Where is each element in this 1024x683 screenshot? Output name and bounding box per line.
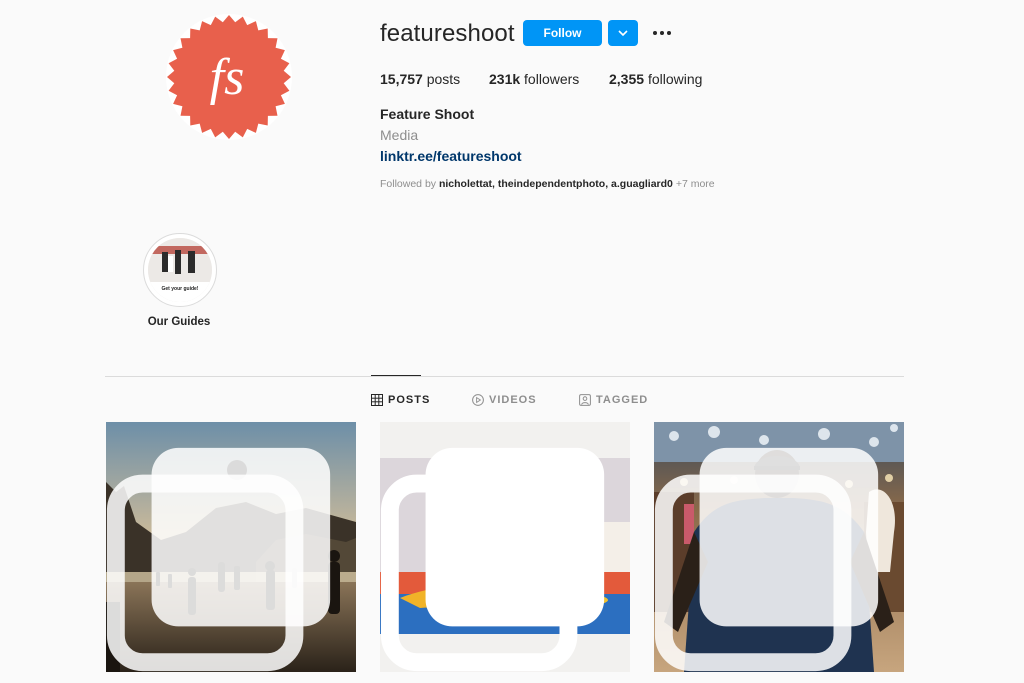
posts-label: posts	[426, 71, 461, 87]
follow-button[interactable]: Follow	[523, 20, 602, 46]
tab-videos[interactable]: VIDEOS	[472, 394, 537, 406]
profile-full-name: Feature Shoot	[380, 106, 475, 122]
post-tile[interactable]	[654, 422, 904, 672]
profile-username: featureshoot	[380, 20, 515, 47]
chevron-down-icon	[618, 30, 628, 37]
followed-by-more: +7 more	[675, 178, 715, 190]
followed-by-prefix: Followed by	[380, 178, 437, 190]
tab-videos-label: VIDEOS	[489, 394, 537, 406]
play-icon	[472, 394, 484, 406]
highlight-thumb-caption: Get your guide!	[162, 286, 199, 292]
highlight-our-guides[interactable]: Get your guide!	[143, 233, 217, 307]
avatar-monogram: fs	[210, 49, 245, 106]
grid-icon	[371, 394, 383, 406]
carousel-icon	[380, 447, 605, 672]
tab-posts[interactable]: POSTS	[371, 394, 430, 406]
carousel-icon	[654, 447, 879, 672]
posts-count: 15,757	[380, 71, 423, 87]
followed-by-names: nicholettat, theindependentphoto, a.guag…	[438, 178, 673, 190]
highlight-label: Our Guides	[147, 316, 211, 328]
following-count: 2,355	[609, 71, 645, 87]
tab-posts-label: POSTS	[388, 394, 431, 406]
followers-count: 231k	[489, 71, 521, 87]
followed-by[interactable]: Followed by nicholettat, theindependentp…	[380, 178, 715, 190]
posts-stat: 15,757 posts	[380, 71, 460, 87]
post-tile[interactable]	[380, 422, 630, 672]
tab-tagged-label: TAGGED	[596, 394, 649, 406]
active-tab-indicator	[371, 375, 421, 376]
tab-tagged[interactable]: TAGGED	[579, 394, 648, 406]
suggested-accounts-button[interactable]	[608, 20, 638, 46]
profile-avatar[interactable]: fs	[166, 14, 292, 140]
highlight-thumbnail: Get your guide!	[148, 238, 212, 302]
followers-stat[interactable]: 231k followers	[489, 71, 579, 87]
carousel-icon	[106, 447, 331, 672]
profile-category: Media	[380, 127, 419, 143]
more-options-button[interactable]	[650, 24, 674, 42]
tabs-divider	[105, 376, 904, 377]
following-label: following	[647, 71, 703, 87]
tag-icon	[579, 394, 591, 406]
post-tile[interactable]	[106, 422, 356, 672]
more-dots-icon	[653, 31, 671, 35]
followers-label: followers	[524, 71, 580, 87]
bio-link[interactable]: linktr.ee/featureshoot	[380, 148, 522, 164]
following-stat[interactable]: 2,355 following	[609, 71, 702, 87]
featureshoot-logo: fs	[167, 15, 291, 139]
